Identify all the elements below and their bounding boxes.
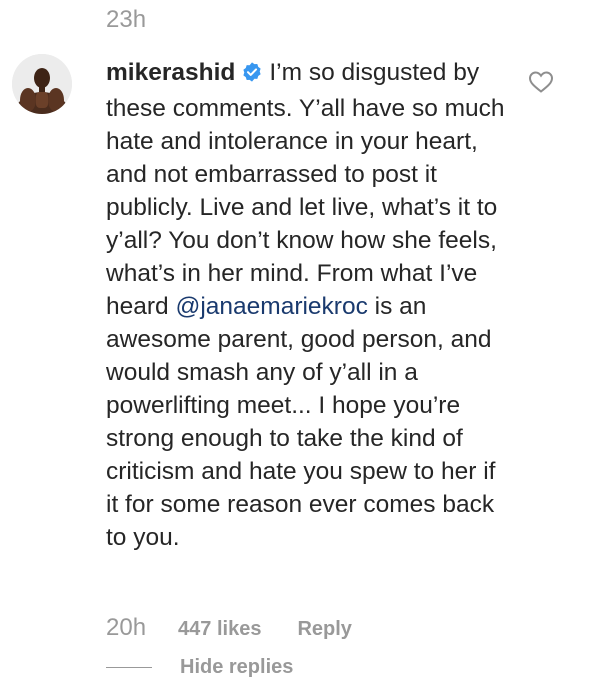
hide-replies-button[interactable]: Hide replies (106, 656, 293, 679)
user-avatar-photo-icon (12, 54, 72, 114)
heart-outline-icon[interactable] (528, 70, 554, 99)
mention-link[interactable]: @janaemariekroc (175, 293, 367, 320)
comment-username[interactable]: mikerashid (106, 59, 235, 86)
likes-count[interactable]: 447 likes (178, 618, 261, 641)
comment-text-part2: is an awesome parent, good person, and w… (106, 293, 496, 551)
avatar[interactable] (12, 54, 72, 114)
comment-timestamp: 20h (106, 614, 147, 641)
comment-meta: 20h 447 likes Reply (106, 614, 352, 644)
replies-divider-line (106, 667, 152, 668)
reply-button[interactable]: Reply (297, 618, 351, 641)
hide-replies-label: Hide replies (180, 656, 294, 678)
comment-text-part1: I’m so disgusted by these comments. Y’al… (106, 59, 505, 320)
previous-comment-timestamp: 23h (106, 6, 147, 33)
verified-badge-icon (241, 59, 263, 92)
comment-body: mikerashid I’m so disgusted by these comm… (106, 56, 510, 554)
